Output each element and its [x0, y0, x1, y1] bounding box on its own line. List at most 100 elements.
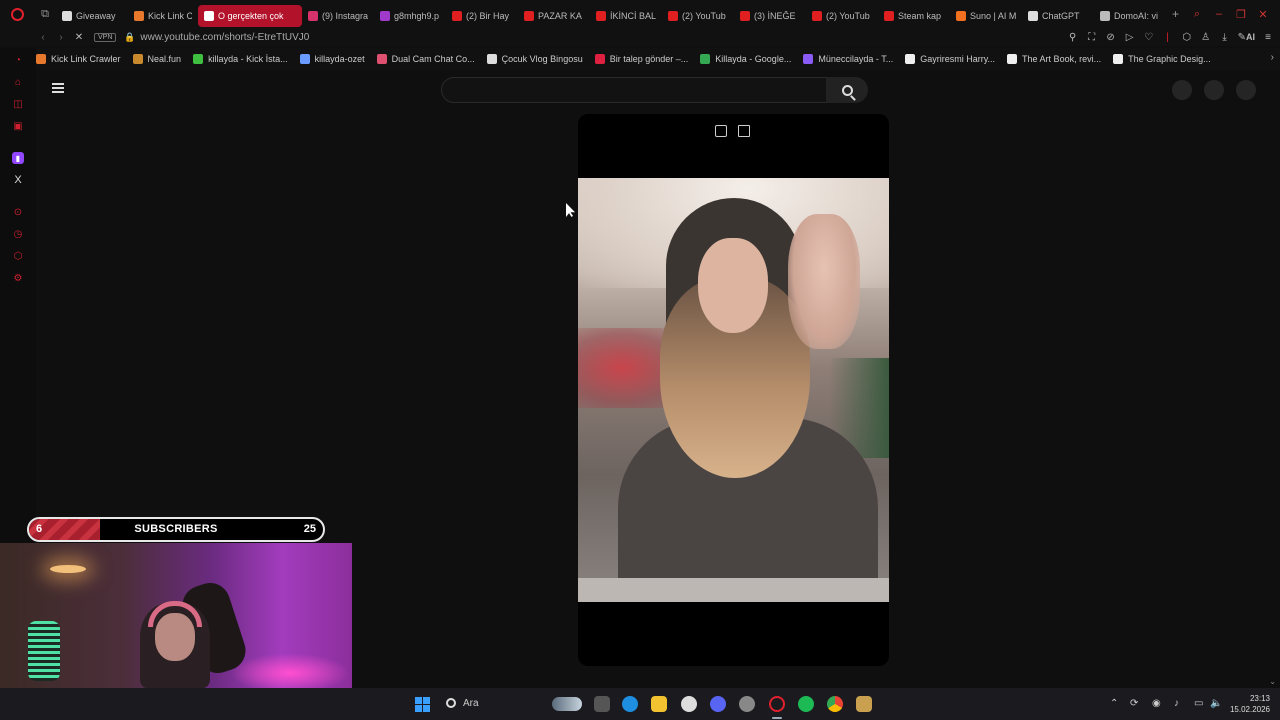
bookmark-item[interactable]: Neal.fun: [132, 54, 181, 64]
vpn-badge[interactable]: VPN: [94, 32, 117, 42]
search-highlight-icon[interactable]: [552, 697, 582, 711]
close-window-button[interactable]: ✕: [1254, 8, 1272, 21]
browser-tab[interactable]: (2) YouTub: [806, 5, 878, 27]
task-view-icon[interactable]: [594, 696, 610, 712]
new-tab-button[interactable]: +: [1166, 7, 1185, 21]
tray-volume-icon[interactable]: 🔈: [1210, 698, 1222, 709]
create-button[interactable]: [1172, 80, 1192, 100]
avatar[interactable]: [1236, 80, 1256, 100]
bookmark-item[interactable]: Dual Cam Chat Co...: [376, 54, 475, 64]
app-settings-icon[interactable]: [739, 696, 755, 712]
tray-sync-icon[interactable]: ⟳: [1130, 698, 1138, 709]
extensions-sidebar-icon[interactable]: ⬡: [12, 250, 24, 262]
pinboard-icon[interactable]: ⊙: [12, 206, 24, 218]
browser-tab[interactable]: PAZAR KA: [518, 5, 590, 27]
lock-icon[interactable]: 🔒: [124, 32, 135, 43]
bookmark-label: Kick Link Crawler: [51, 54, 121, 64]
file-explorer-icon[interactable]: [651, 696, 667, 712]
subscriber-goal-bar: 6 SUBSCRIBERS 25: [27, 517, 325, 542]
tray-network-icon[interactable]: ▭: [1194, 698, 1203, 709]
bookmark-item[interactable]: The Art Book, revi...: [1007, 54, 1101, 64]
miniplayer-icon[interactable]: [715, 125, 727, 137]
aria-icon[interactable]: ◔: [12, 54, 24, 66]
pin-icon[interactable]: ⚲: [1067, 32, 1079, 43]
browser-tab[interactable]: (2) YouTub: [662, 5, 734, 27]
browser-tab[interactable]: O gerçekten çok: [198, 4, 302, 27]
ai-button[interactable]: ✎AI: [1238, 32, 1255, 43]
player-icon[interactable]: ▣: [12, 120, 24, 132]
snapshot-icon[interactable]: ⛶: [1086, 32, 1098, 43]
bookmark-favicon-icon: [132, 54, 143, 64]
bookmark-item[interactable]: Çocuk Vlog Bingosu: [486, 54, 583, 64]
x-twitter-icon[interactable]: X: [12, 174, 24, 186]
taskbar-search-label[interactable]: Ara: [463, 698, 479, 709]
bookmark-item[interactable]: killayda-ozet: [299, 54, 365, 64]
play-icon[interactable]: ▷: [1124, 32, 1136, 43]
heart-icon[interactable]: ♡: [1143, 32, 1155, 43]
stop-loading-button[interactable]: ✕: [70, 32, 88, 43]
bookmark-item[interactable]: killayda - Kick İsta...: [193, 54, 288, 64]
edge-icon[interactable]: [622, 696, 638, 712]
chrome-icon[interactable]: [827, 696, 843, 712]
taskbar-clock[interactable]: 23:13 15.02.2026: [1230, 693, 1270, 715]
browser-tab[interactable]: Giveaway: [56, 5, 128, 27]
league-client-icon[interactable]: [856, 696, 872, 712]
forward-button[interactable]: ›: [52, 32, 70, 43]
fullscreen-icon[interactable]: [738, 125, 750, 137]
extensions-icon[interactable]: ⬡: [1181, 32, 1193, 43]
guide-menu-icon[interactable]: [52, 83, 64, 93]
spotify-icon[interactable]: [798, 696, 814, 712]
search-input[interactable]: [441, 77, 827, 103]
tab-switcher-icon[interactable]: ⧉: [34, 0, 56, 28]
obs-icon[interactable]: [681, 696, 697, 712]
bookmark-item[interactable]: Müneccilayda - T...: [803, 54, 893, 64]
browser-tab[interactable]: g8mhgh9.p: [374, 5, 446, 27]
browser-tab[interactable]: Steam kap: [878, 5, 950, 27]
shopping-icon[interactable]: ⌂: [12, 76, 24, 88]
adblock-icon[interactable]: ⊘: [1105, 32, 1117, 43]
video-frame[interactable]: [578, 178, 889, 602]
bookmark-item[interactable]: Killayda - Google...: [700, 54, 791, 64]
notifications-button[interactable]: [1204, 80, 1224, 100]
wallet-icon[interactable]: ♙: [1200, 32, 1212, 43]
url-field[interactable]: www.youtube.com/shorts/-EtreTtUVJ0: [140, 32, 309, 43]
minimize-button[interactable]: –: [1210, 8, 1228, 20]
browser-tab[interactable]: Kick Link C: [128, 5, 198, 27]
tray-mic-icon[interactable]: ♪: [1174, 698, 1179, 709]
browser-tab[interactable]: İKİNCİ BAL: [590, 5, 662, 27]
webcam-overlay: [0, 543, 352, 688]
bookmarks-more-icon[interactable]: ›: [1271, 52, 1274, 63]
bookmark-item[interactable]: Bir talep gönder –...: [594, 54, 688, 64]
tray-overflow-icon[interactable]: ⌃: [1110, 698, 1118, 709]
back-button[interactable]: ‹: [34, 32, 52, 43]
history-icon[interactable]: ◷: [12, 228, 24, 240]
bookmark-item[interactable]: Gayriresmi Harry...: [905, 54, 995, 64]
twitch-icon[interactable]: ▮: [12, 152, 24, 164]
taskbar-search-icon[interactable]: [446, 698, 456, 708]
browser-tab[interactable]: ChatGPT: [1022, 5, 1094, 27]
browser-tab[interactable]: DomoAI: vi: [1094, 5, 1166, 27]
search-tabs-icon[interactable]: ⌕: [1188, 8, 1206, 21]
menu-icon[interactable]: ≡: [1262, 32, 1274, 43]
tray-vpn-icon[interactable]: ◉: [1152, 698, 1161, 709]
browser-tab[interactable]: (2) Bir Hay: [446, 5, 518, 27]
opera-active-indicator: [772, 717, 782, 719]
browser-tab[interactable]: (9) Instagra: [302, 5, 374, 27]
search-button[interactable]: [826, 77, 868, 103]
messenger-icon[interactable]: ◫: [12, 98, 24, 110]
bookmark-item[interactable]: Kick Link Crawler: [36, 54, 121, 64]
opera-taskbar-icon[interactable]: [769, 696, 785, 712]
tab-label: Suno | AI M: [970, 10, 1016, 21]
bookmark-item[interactable]: The Graphic Desig...: [1113, 54, 1211, 64]
browser-tab[interactable]: (3) İNEĞE: [734, 5, 806, 27]
clock-date: 15.02.2026: [1229, 705, 1270, 714]
discord-icon[interactable]: [710, 696, 726, 712]
start-button[interactable]: [415, 697, 430, 712]
browser-tab[interactable]: Suno | AI M: [950, 5, 1022, 27]
download-icon[interactable]: ⤓: [1219, 32, 1231, 43]
scroll-down-arrow[interactable]: ⌄: [1269, 677, 1276, 686]
opera-logo-icon[interactable]: [0, 0, 34, 28]
settings-icon[interactable]: ⚙: [12, 272, 24, 284]
maximize-button[interactable]: ❐: [1232, 8, 1250, 21]
shorts-player[interactable]: [578, 114, 889, 666]
